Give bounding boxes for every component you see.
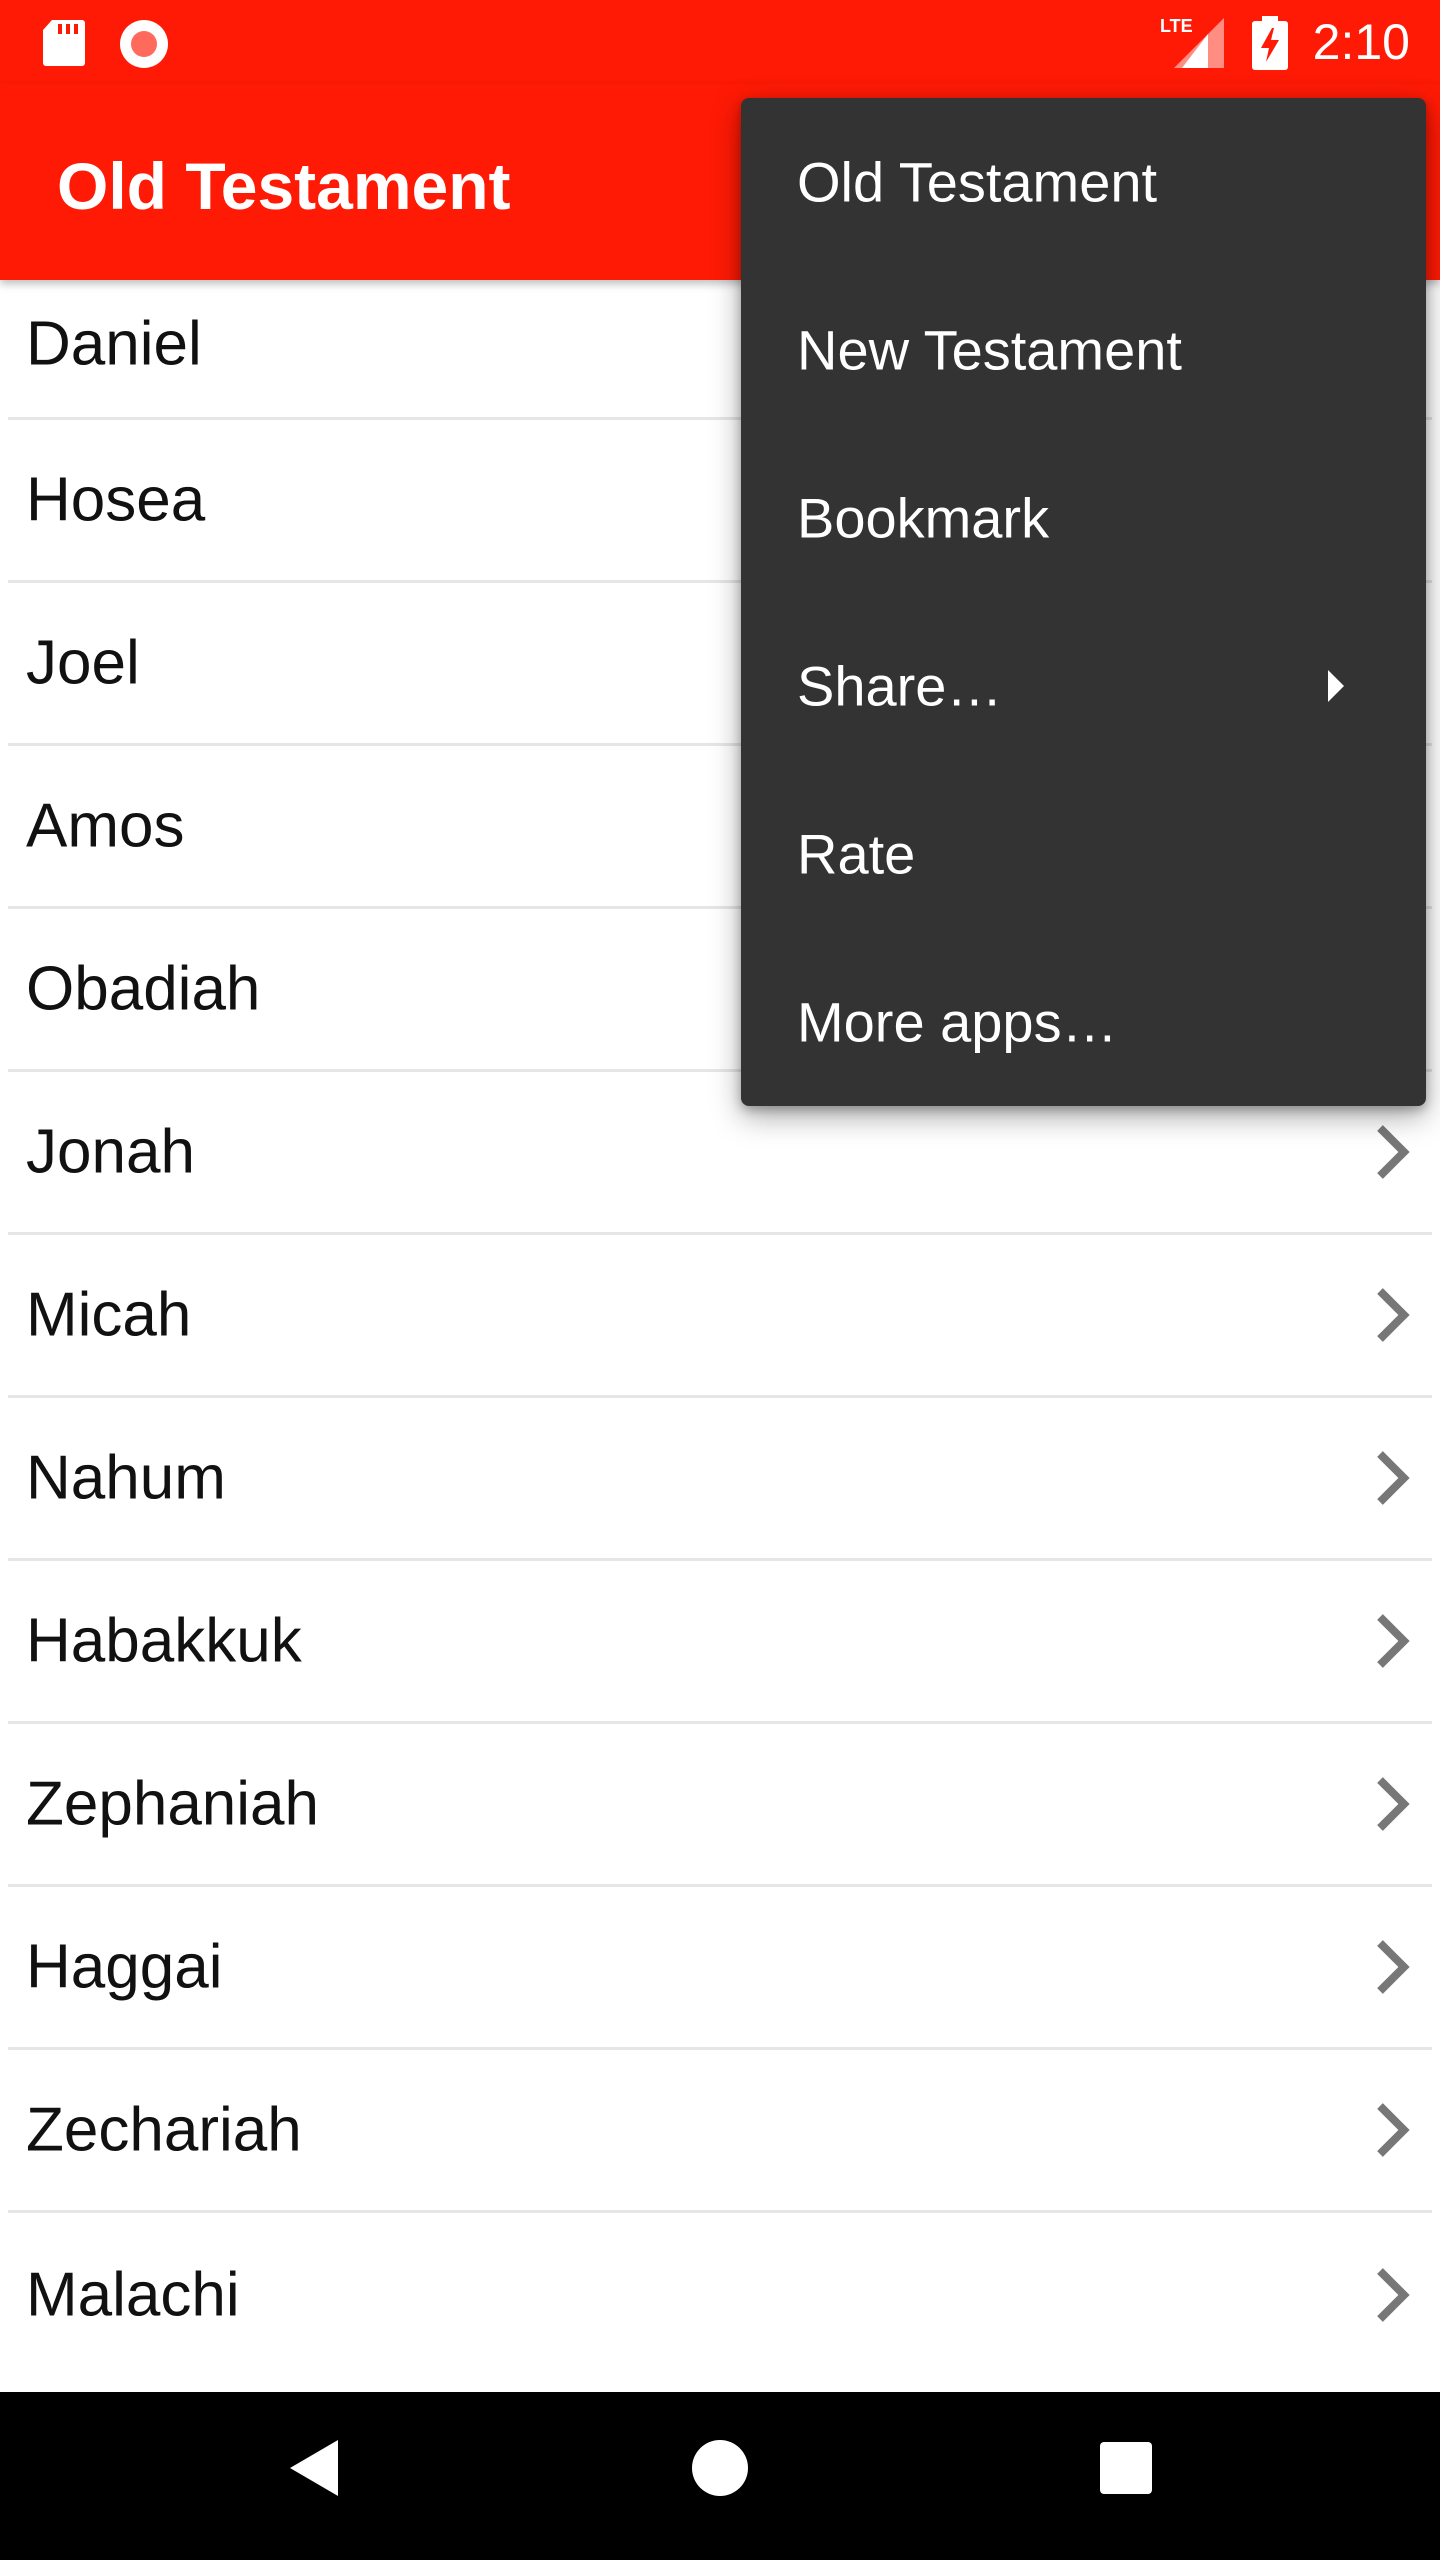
chevron-right-icon xyxy=(1377,1777,1410,1831)
submenu-arrow-icon xyxy=(1328,670,1344,702)
chevron-right-icon xyxy=(1377,2103,1410,2157)
back-icon[interactable] xyxy=(286,2436,342,2505)
chevron-right-icon xyxy=(1377,2267,1410,2322)
list-item-label: Amos xyxy=(26,791,185,861)
list-item[interactable]: Malachi xyxy=(8,2213,1432,2376)
lte-signal-icon: LTE xyxy=(1158,14,1228,75)
list-item-label: Jonah xyxy=(26,1117,195,1187)
menu-item-label: Bookmark xyxy=(797,486,1050,550)
menu-item-label: Old Testament xyxy=(797,150,1158,214)
menu-item-label: More apps… xyxy=(797,990,1118,1054)
list-item-label: Zechariah xyxy=(26,2095,302,2165)
list-item-label: Habakkuk xyxy=(26,1606,302,1676)
chevron-right-icon xyxy=(1377,1125,1410,1179)
list-item-label: Nahum xyxy=(26,1443,226,1513)
list-item-label: Joel xyxy=(26,628,140,698)
list-item-label: Malachi xyxy=(26,2260,240,2329)
list-item-label: Hosea xyxy=(26,465,206,535)
list-item[interactable]: Haggai xyxy=(8,1887,1432,2050)
record-icon xyxy=(118,18,170,75)
status-time: 2:10 xyxy=(1312,14,1410,70)
list-item-label: Haggai xyxy=(26,1932,223,2002)
menu-item-more-apps[interactable]: More apps… xyxy=(741,938,1426,1106)
page-title: Old Testament xyxy=(57,149,511,223)
list-item-label: Obadiah xyxy=(26,954,261,1024)
navigation-bar xyxy=(0,2392,1440,2560)
battery-charging-icon xyxy=(1252,16,1288,75)
menu-item-label: Share… xyxy=(797,654,1003,718)
list-item[interactable]: Zephaniah xyxy=(8,1724,1432,1887)
status-bar: LTE 2:10 xyxy=(0,0,1440,84)
chevron-right-icon xyxy=(1377,1288,1410,1342)
home-icon[interactable] xyxy=(690,2436,750,2505)
list-item-label: Zephaniah xyxy=(26,1769,320,1839)
menu-item-label: New Testament xyxy=(797,318,1182,382)
menu-item-bookmark[interactable]: Bookmark xyxy=(741,434,1426,602)
menu-item-rate[interactable]: Rate xyxy=(741,770,1426,938)
chevron-right-icon xyxy=(1377,1614,1410,1668)
list-item-label: Micah xyxy=(26,1280,192,1350)
chevron-right-icon xyxy=(1377,1451,1410,1505)
svg-text:LTE: LTE xyxy=(1160,16,1193,36)
menu-item-new-testament[interactable]: New Testament xyxy=(741,266,1426,434)
list-item[interactable]: Habakkuk xyxy=(8,1561,1432,1724)
menu-item-label: Rate xyxy=(797,822,916,886)
list-item[interactable]: Micah xyxy=(8,1235,1432,1398)
list-item[interactable]: Zechariah xyxy=(8,2050,1432,2213)
overflow-menu: Old Testament New Testament Bookmark Sha… xyxy=(741,98,1426,1106)
list-item-label: Daniel xyxy=(26,309,202,379)
chevron-right-icon xyxy=(1377,1940,1410,1994)
list-item[interactable]: Nahum xyxy=(8,1398,1432,1561)
sd-card-icon xyxy=(42,18,86,73)
recents-icon[interactable] xyxy=(1098,2436,1154,2505)
menu-item-share[interactable]: Share… xyxy=(741,602,1426,770)
menu-item-old-testament[interactable]: Old Testament xyxy=(741,98,1426,266)
